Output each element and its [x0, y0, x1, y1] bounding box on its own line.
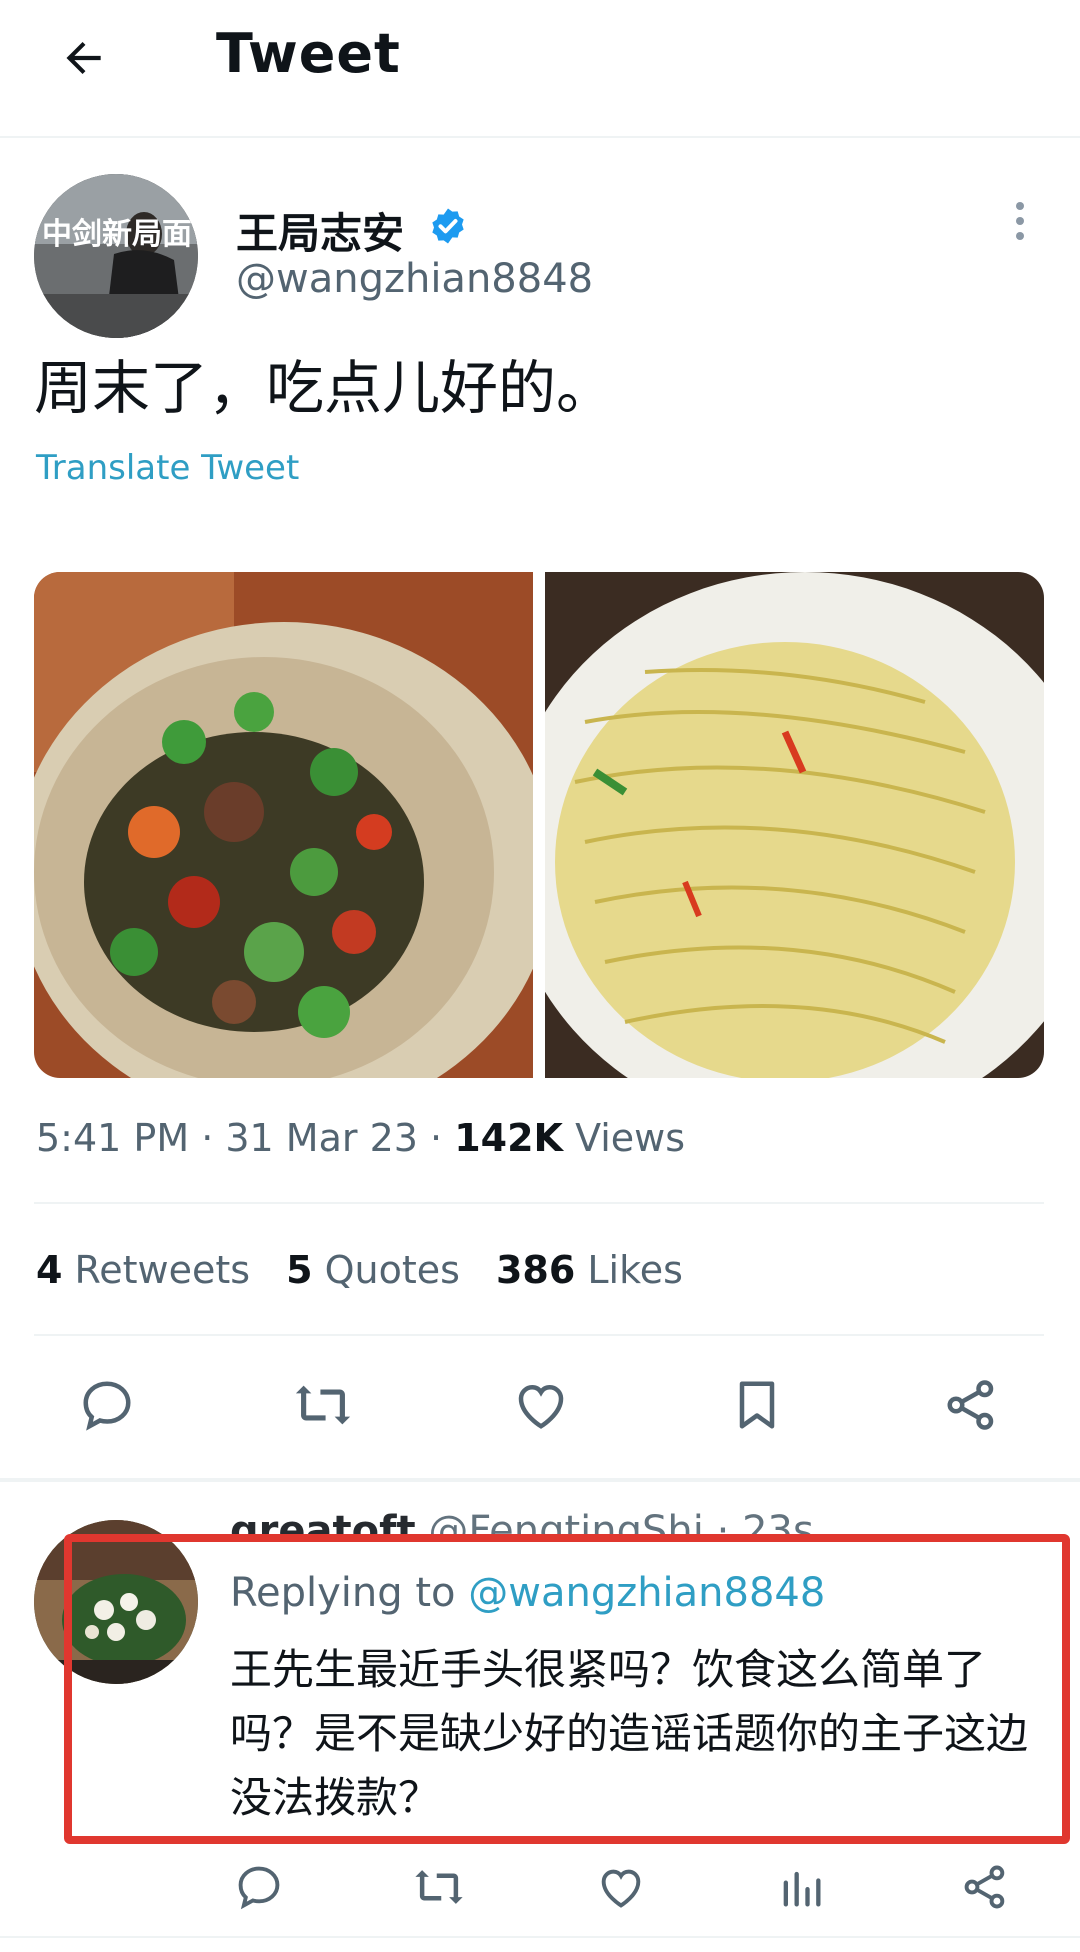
reply-header: greatoft @FengtingShi · 23s [230, 1508, 814, 1538]
reply-icon [238, 1866, 280, 1910]
reply-share-button[interactable] [950, 1852, 1020, 1922]
share-icon [964, 1865, 1005, 1909]
back-button[interactable] [52, 26, 116, 90]
translate-tweet-link[interactable]: Translate Tweet [36, 448, 299, 488]
retweets-stat[interactable]: 4 Retweets [36, 1248, 250, 1292]
potato-shreds-dish-image [545, 572, 1044, 1078]
heart-icon [518, 1384, 564, 1429]
author-name[interactable]: 王局志安 [236, 200, 404, 261]
bookmark-button[interactable] [722, 1370, 792, 1440]
divider [0, 1936, 1080, 1938]
author-avatar[interactable]: 中剑新局面 [34, 174, 198, 338]
reply-author-handle[interactable]: @FengtingShi [428, 1508, 704, 1538]
like-button[interactable] [506, 1370, 576, 1440]
views-count: 142K [454, 1116, 563, 1160]
tweet-media [34, 572, 1044, 1078]
retweets-label: Retweets [74, 1248, 251, 1292]
more-options-button[interactable] [1000, 196, 1040, 246]
media-image-right[interactable] [545, 572, 1044, 1078]
heart-icon [601, 1869, 641, 1908]
reply-retweet-button[interactable] [404, 1852, 474, 1922]
reply-reply-button[interactable] [224, 1852, 294, 1922]
tweet-text: 周末了，吃点儿好的。 [34, 354, 615, 422]
reply-icon [83, 1381, 131, 1431]
verified-badge-icon [432, 208, 464, 244]
analytics-icon [783, 1871, 821, 1907]
likes-stat[interactable]: 386 Likes [496, 1248, 683, 1292]
top-bar: Tweet [0, 0, 1080, 138]
reply-author-avatar[interactable] [34, 1520, 198, 1684]
retweet-icon [295, 1385, 351, 1425]
reply-button[interactable] [72, 1370, 142, 1440]
likes-count: 386 [495, 1248, 576, 1292]
likes-label: Likes [587, 1248, 683, 1292]
page-title: Tweet [216, 22, 401, 85]
retweet-button[interactable] [288, 1370, 358, 1440]
replying-to-mention[interactable]: @wangzhian8848 [468, 1570, 825, 1616]
tweet-actions [0, 1370, 1080, 1450]
retweet-icon [415, 1870, 463, 1904]
tweet-date: 31 Mar 23 [225, 1116, 418, 1160]
avatar-image: 中剑新局面 [34, 174, 198, 338]
share-icon [947, 1380, 994, 1430]
replying-to-label: Replying to [230, 1570, 456, 1616]
back-arrow-icon [66, 41, 101, 75]
reply-time: 23s [742, 1508, 814, 1538]
flower-bouquet-image [34, 1520, 198, 1684]
replying-to: Replying to @wangzhian8848 [230, 1570, 825, 1616]
retweets-count: 4 [36, 1248, 63, 1292]
dot-icon [1016, 202, 1024, 210]
divider [34, 1334, 1044, 1336]
stir-fry-dish-image [34, 572, 533, 1078]
reply-like-button[interactable] [586, 1852, 656, 1922]
tweet-time: 5:41 PM [36, 1116, 190, 1160]
divider [34, 1202, 1044, 1204]
reply-actions [0, 1852, 1080, 1922]
reply-text: 王先生最近手头很紧吗？饮食这么简单了吗？是不是缺少好的造谣话题你的主子这边没法拨… [230, 1645, 1029, 1822]
views-label: Views [575, 1116, 686, 1160]
author-handle[interactable]: @wangzhian8848 [236, 256, 593, 302]
share-button[interactable] [936, 1370, 1006, 1440]
tweet-timestamp: 5:41 PM · 31 Mar 23 · 142K Views [36, 1116, 686, 1160]
media-image-left[interactable] [34, 572, 533, 1078]
reply-author-name[interactable]: greatoft [230, 1508, 416, 1538]
bookmark-icon [739, 1381, 775, 1429]
dot-icon [1016, 217, 1024, 225]
reply-views-button[interactable] [766, 1852, 836, 1922]
engagement-stats: 4 Retweets 5 Quotes 386 Likes [36, 1248, 683, 1292]
dot-icon [1016, 232, 1024, 240]
thread-separator [0, 1478, 1080, 1482]
avatar-caption: 中剑新局面 [42, 217, 192, 252]
quotes-stat[interactable]: 5 Quotes [286, 1248, 460, 1292]
quotes-count: 5 [286, 1248, 313, 1292]
quotes-label: Quotes [324, 1248, 460, 1292]
